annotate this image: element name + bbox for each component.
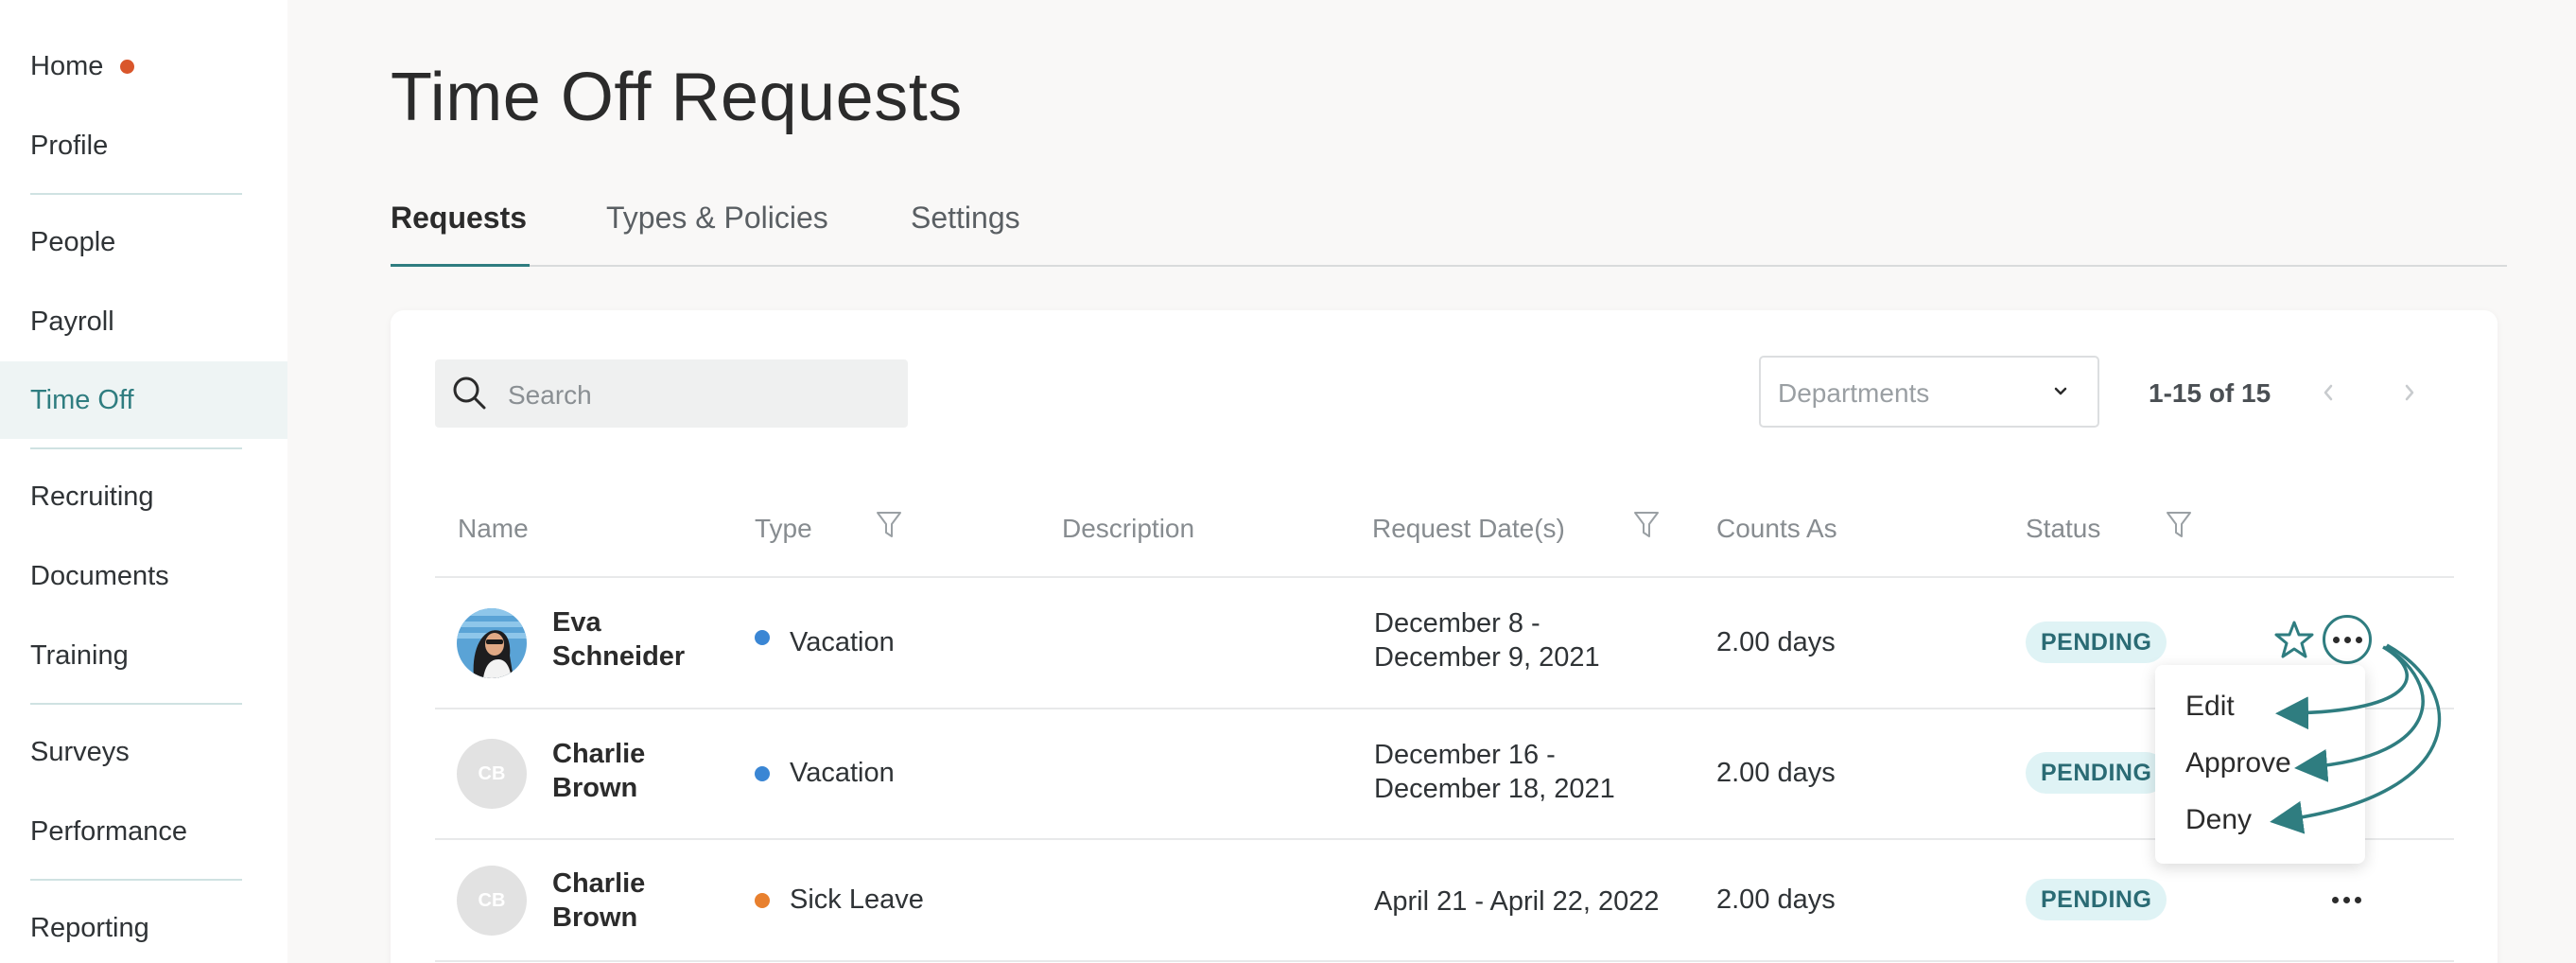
column-header-type[interactable]: Type — [755, 514, 812, 544]
sidebar-item-training[interactable]: Training — [0, 617, 287, 694]
column-header-status[interactable]: Status — [2026, 514, 2100, 544]
type-color-dot — [755, 766, 770, 781]
tab-requests[interactable]: Requests — [391, 201, 527, 236]
filter-icon[interactable] — [2165, 509, 2193, 546]
more-horizontal-icon — [2332, 897, 2361, 903]
sidebar-item-reporting[interactable]: Reporting — [0, 889, 287, 963]
sidebar-item-label: Documents — [30, 560, 169, 591]
request-dates: April 21 - April 22, 2022 — [1374, 886, 1660, 917]
counts-as: 2.00 days — [1716, 627, 1836, 657]
avatar — [457, 608, 527, 678]
employee-name: Eva Schneider — [552, 607, 686, 672]
tab-types-policies[interactable]: Types & Policies — [606, 201, 828, 236]
counts-as: 2.00 days — [1716, 758, 1836, 788]
sidebar-item-label: Performance — [30, 815, 188, 847]
sidebar-item-label: Home — [30, 50, 104, 81]
status-badge: PENDING — [2026, 622, 2167, 663]
request-dates: December 8 - December 9, 2021 — [1374, 608, 1600, 673]
page-title: Time Off Requests — [391, 60, 963, 135]
sidebar-divider — [30, 447, 242, 449]
row-divider — [435, 960, 2454, 962]
leave-type: Vacation — [790, 627, 895, 657]
filter-icon[interactable] — [1632, 509, 1661, 546]
sidebar-item-label: Payroll — [30, 306, 114, 337]
employee-name: Charlie Brown — [552, 868, 646, 933]
sidebar-item-performance[interactable]: Performance — [0, 793, 287, 870]
sidebar-divider — [30, 879, 242, 881]
annotation-arrows — [2270, 643, 2442, 834]
pagination-count: 1-15 of 15 — [2149, 378, 2271, 408]
column-header-request-dates[interactable]: Request Date(s) — [1372, 514, 1565, 544]
sidebar-item-time-off[interactable]: Time Off — [0, 361, 287, 439]
avatar: CB — [457, 739, 527, 809]
active-tab-indicator — [391, 264, 530, 267]
sidebar-item-payroll[interactable]: Payroll — [0, 283, 287, 360]
sidebar-item-label: People — [30, 226, 116, 257]
column-header-counts-as[interactable]: Counts As — [1716, 514, 1837, 544]
sidebar-item-people[interactable]: People — [0, 203, 287, 281]
menu-item-deny[interactable]: Deny — [2185, 804, 2252, 836]
sidebar-item-label: Surveys — [30, 736, 130, 767]
status-badge: PENDING — [2026, 752, 2167, 794]
sidebar-item-documents[interactable]: Documents — [0, 537, 287, 615]
search-icon — [451, 375, 489, 417]
sidebar-item-profile[interactable]: Profile — [0, 107, 287, 184]
notification-dot — [120, 59, 135, 74]
search-input[interactable]: Search — [435, 359, 908, 428]
chevron-left-icon[interactable] — [2319, 376, 2338, 413]
sidebar-item-label: Recruiting — [30, 481, 154, 512]
filter-icon[interactable] — [875, 509, 903, 546]
tab-settings[interactable]: Settings — [911, 201, 1020, 236]
leave-type: Vacation — [790, 758, 895, 788]
sidebar-item-label: Training — [30, 639, 129, 671]
row-divider — [435, 576, 2454, 578]
avatar: CB — [457, 866, 527, 936]
row-divider — [435, 708, 2454, 709]
chevron-down-icon — [2051, 384, 2070, 404]
sidebar-item-label: Profile — [30, 130, 109, 161]
type-color-dot — [755, 893, 770, 908]
sidebar-item-home[interactable]: Home — [0, 27, 287, 105]
departments-placeholder: Departments — [1778, 378, 1930, 408]
sidebar-item-label: Time Off — [30, 384, 134, 415]
counts-as: 2.00 days — [1716, 884, 1836, 915]
sidebar-item-label: Reporting — [30, 912, 149, 943]
request-dates: December 16 - December 18, 2021 — [1374, 740, 1615, 804]
departments-dropdown[interactable]: Departments — [1759, 356, 2099, 428]
type-color-dot — [755, 630, 770, 645]
more-options-button[interactable] — [2332, 897, 2361, 903]
menu-item-edit[interactable]: Edit — [2185, 691, 2235, 723]
sidebar-item-surveys[interactable]: Surveys — [0, 713, 287, 791]
search-placeholder: Search — [508, 380, 592, 410]
leave-type: Sick Leave — [790, 884, 924, 915]
tab-bar: Requests Types & Policies Settings — [391, 189, 2507, 267]
sidebar-item-recruiting[interactable]: Recruiting — [0, 458, 287, 535]
row-divider — [435, 838, 2454, 840]
sidebar-divider — [30, 193, 242, 195]
status-badge: PENDING — [2026, 879, 2167, 920]
chevron-right-icon[interactable] — [2400, 376, 2419, 413]
sidebar-divider — [30, 703, 242, 705]
column-header-name[interactable]: Name — [458, 514, 529, 544]
employee-name: Charlie Brown — [552, 739, 646, 803]
column-header-description[interactable]: Description — [1062, 514, 1194, 544]
sidebar: Home Profile People Payroll Time Off Rec… — [0, 0, 287, 963]
